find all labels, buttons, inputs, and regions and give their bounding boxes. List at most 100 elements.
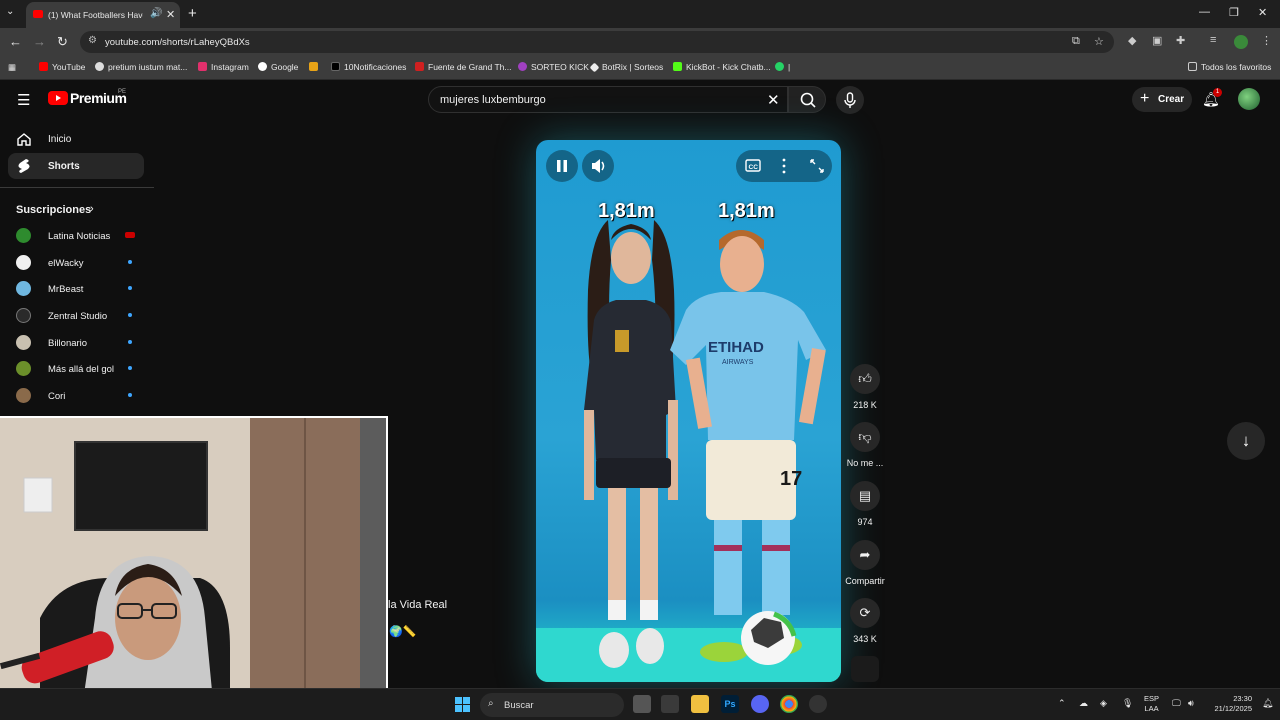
sidebar-item-inicio[interactable]: Inicio xyxy=(8,126,144,152)
taskbar-search[interactable]: ⌕ Buscar xyxy=(480,693,624,717)
channel-avatar xyxy=(16,361,31,376)
bookmark-star-icon[interactable]: ☆ xyxy=(1094,35,1104,48)
svg-text:CC: CC xyxy=(749,164,759,171)
adjacent-short-title: la Vida Real xyxy=(388,599,448,611)
clear-search-icon[interactable]: ✕ xyxy=(767,91,780,109)
bookmark-youtube[interactable]: YouTube xyxy=(39,62,85,72)
like-action[interactable]: 👍︎ 218 K xyxy=(842,364,888,410)
chevron-right-icon[interactable]: › xyxy=(90,203,94,215)
voice-search-button[interactable] xyxy=(836,86,864,114)
notifications-icon[interactable]: 🔔︎ xyxy=(1262,698,1273,709)
close-tab-icon[interactable]: ✕ xyxy=(166,8,175,21)
window-close-icon[interactable]: ✕ xyxy=(1258,6,1267,19)
menu-hamburger-icon[interactable]: ☰ xyxy=(17,91,30,109)
bookmark-botrix[interactable]: BotRix | Sorteos xyxy=(589,62,663,73)
extension-icon[interactable]: ◆ xyxy=(1128,34,1136,47)
sound-thumbnail[interactable] xyxy=(851,656,879,682)
share-action[interactable]: ➦ Compartir xyxy=(842,540,888,586)
photoshop-icon[interactable]: Ps xyxy=(721,695,739,713)
system-clock[interactable]: 23:30 21/12/2025 xyxy=(1208,694,1252,714)
subscription-item[interactable]: Zentral Studio xyxy=(0,302,154,328)
minimize-icon[interactable]: — xyxy=(1199,6,1210,18)
extensions-puzzle-icon[interactable]: ✚ xyxy=(1176,34,1185,47)
bookmark-10notificaciones[interactable]: 10Notificaciones xyxy=(331,62,406,72)
all-bookmarks-folder[interactable]: Todos los favoritos xyxy=(1188,62,1271,72)
subscription-item[interactable]: Billonario xyxy=(0,329,154,355)
bookmark-sorteo-kick[interactable]: SORTEO KICK xyxy=(518,62,589,72)
site-info-icon[interactable]: ⚙ xyxy=(88,35,97,46)
sidebar-item-shorts[interactable]: Shorts xyxy=(8,153,144,179)
dislike-action[interactable]: 👎︎ No me ... xyxy=(842,422,888,468)
country-code: PE xyxy=(118,89,127,95)
subscription-item[interactable]: elWacky xyxy=(0,249,154,275)
profile-avatar-icon[interactable] xyxy=(1234,35,1248,49)
reload-icon[interactable]: ↻ xyxy=(57,34,68,50)
remix-count: 343 K xyxy=(853,634,877,644)
install-app-icon[interactable]: ⧉ xyxy=(1072,35,1080,48)
tray-app-icon[interactable]: ◈ xyxy=(1100,698,1107,709)
bookmark-slack[interactable] xyxy=(309,62,322,72)
remix-action[interactable]: ⟳ 343 K xyxy=(842,598,888,644)
microphone-icon[interactable]: 🎙︎ xyxy=(1122,698,1133,709)
channel-avatar xyxy=(16,335,31,350)
search-input[interactable]: mujeres luxbemburgo ✕ xyxy=(428,86,788,113)
bookmark-kickbot[interactable]: KickBot - Kick Chatb... xyxy=(673,62,771,72)
browser-tab-active[interactable]: (1) What Footballers Have I 🔊 ✕ xyxy=(26,2,180,28)
app-icon[interactable] xyxy=(809,695,827,713)
address-bar[interactable]: ⚙ youtube.com/shorts/rLaheyQBdXs ⧉ ☆ xyxy=(80,31,1114,53)
share-icon[interactable]: ➦ xyxy=(850,540,880,570)
subscription-item[interactable]: Latina Noticias xyxy=(0,222,154,248)
onedrive-icon[interactable]: ☁ xyxy=(1079,698,1088,709)
thumbs-up-icon[interactable]: 👍︎ xyxy=(850,364,880,394)
tab-search-chevron-icon[interactable]: ⌄ xyxy=(6,6,14,17)
file-explorer-icon[interactable] xyxy=(691,695,709,713)
menu-kebab-icon[interactable]: ⋮ xyxy=(1261,34,1272,47)
subscription-item[interactable]: Cori xyxy=(0,382,154,408)
bookmark-whatsapp[interactable]: | xyxy=(775,62,790,72)
back-icon[interactable]: ← xyxy=(9,34,22,49)
bookmark-google[interactable]: Google xyxy=(258,62,298,72)
subscription-item[interactable]: Más allá del gol xyxy=(0,355,154,381)
account-avatar[interactable] xyxy=(1238,88,1260,110)
app-icon[interactable] xyxy=(661,695,679,713)
volume-icon[interactable]: 🔊︎ xyxy=(1188,698,1194,709)
thumbs-down-icon[interactable]: 👎︎ xyxy=(850,422,880,452)
forward-icon[interactable]: → xyxy=(33,34,46,49)
task-view-icon[interactable] xyxy=(633,695,651,713)
remix-icon[interactable]: ⟳ xyxy=(850,598,880,628)
search-button[interactable] xyxy=(788,86,826,113)
pause-button[interactable] xyxy=(546,150,578,182)
tray-expand-icon[interactable]: ⌃ xyxy=(1058,698,1066,709)
comment-count: 974 xyxy=(857,517,873,527)
url-text: youtube.com/shorts/rLaheyQBdXs xyxy=(105,37,250,48)
chrome-icon[interactable] xyxy=(780,695,798,713)
restore-icon[interactable]: ❐ xyxy=(1229,6,1239,19)
subscription-item[interactable]: MrBeast xyxy=(0,275,154,301)
create-button[interactable]: + Crear xyxy=(1132,87,1192,112)
subscriptions-heading[interactable]: Suscripciones xyxy=(16,204,91,216)
windows-start-icon[interactable] xyxy=(455,697,470,712)
extension-icon[interactable]: ▣ xyxy=(1152,34,1162,47)
mute-button[interactable] xyxy=(582,150,614,182)
channel-avatar xyxy=(16,255,31,270)
bookmark-fuente-gta[interactable]: Fuente de Grand Th... xyxy=(415,62,511,72)
comments-action[interactable]: ▤ 974 xyxy=(842,481,888,527)
input-language[interactable]: ESP LAA xyxy=(1144,694,1159,714)
jersey-sponsor-sub: AIRWAYS xyxy=(722,359,754,366)
bookmark-pretium[interactable]: pretium iustum mat... xyxy=(95,62,187,72)
height-label-right: 1,81m xyxy=(718,200,775,222)
shorts-video-player[interactable]: ETIHAD AIRWAYS 17 1,81m 1,81m CC xyxy=(536,140,841,682)
new-tab-button[interactable]: + xyxy=(188,5,197,22)
discord-icon[interactable] xyxy=(751,695,769,713)
next-short-button[interactable]: ↓ xyxy=(1227,422,1265,460)
bookmark-instagram[interactable]: Instagram xyxy=(198,62,249,72)
network-icon[interactable]: 🖵 xyxy=(1172,698,1181,709)
new-content-dot xyxy=(128,313,132,317)
microphone-icon xyxy=(844,92,856,108)
apps-grid-icon[interactable]: ▦ xyxy=(8,62,16,73)
speaker-icon[interactable]: 🔊 xyxy=(150,8,162,19)
youtube-logo-icon[interactable] xyxy=(48,91,68,105)
browser-toolbar: ← → ↻ ⚙ youtube.com/shorts/rLaheyQBdXs ⧉… xyxy=(0,28,1280,56)
comment-icon[interactable]: ▤ xyxy=(850,481,880,511)
reading-list-icon[interactable]: ≡ xyxy=(1210,34,1216,46)
